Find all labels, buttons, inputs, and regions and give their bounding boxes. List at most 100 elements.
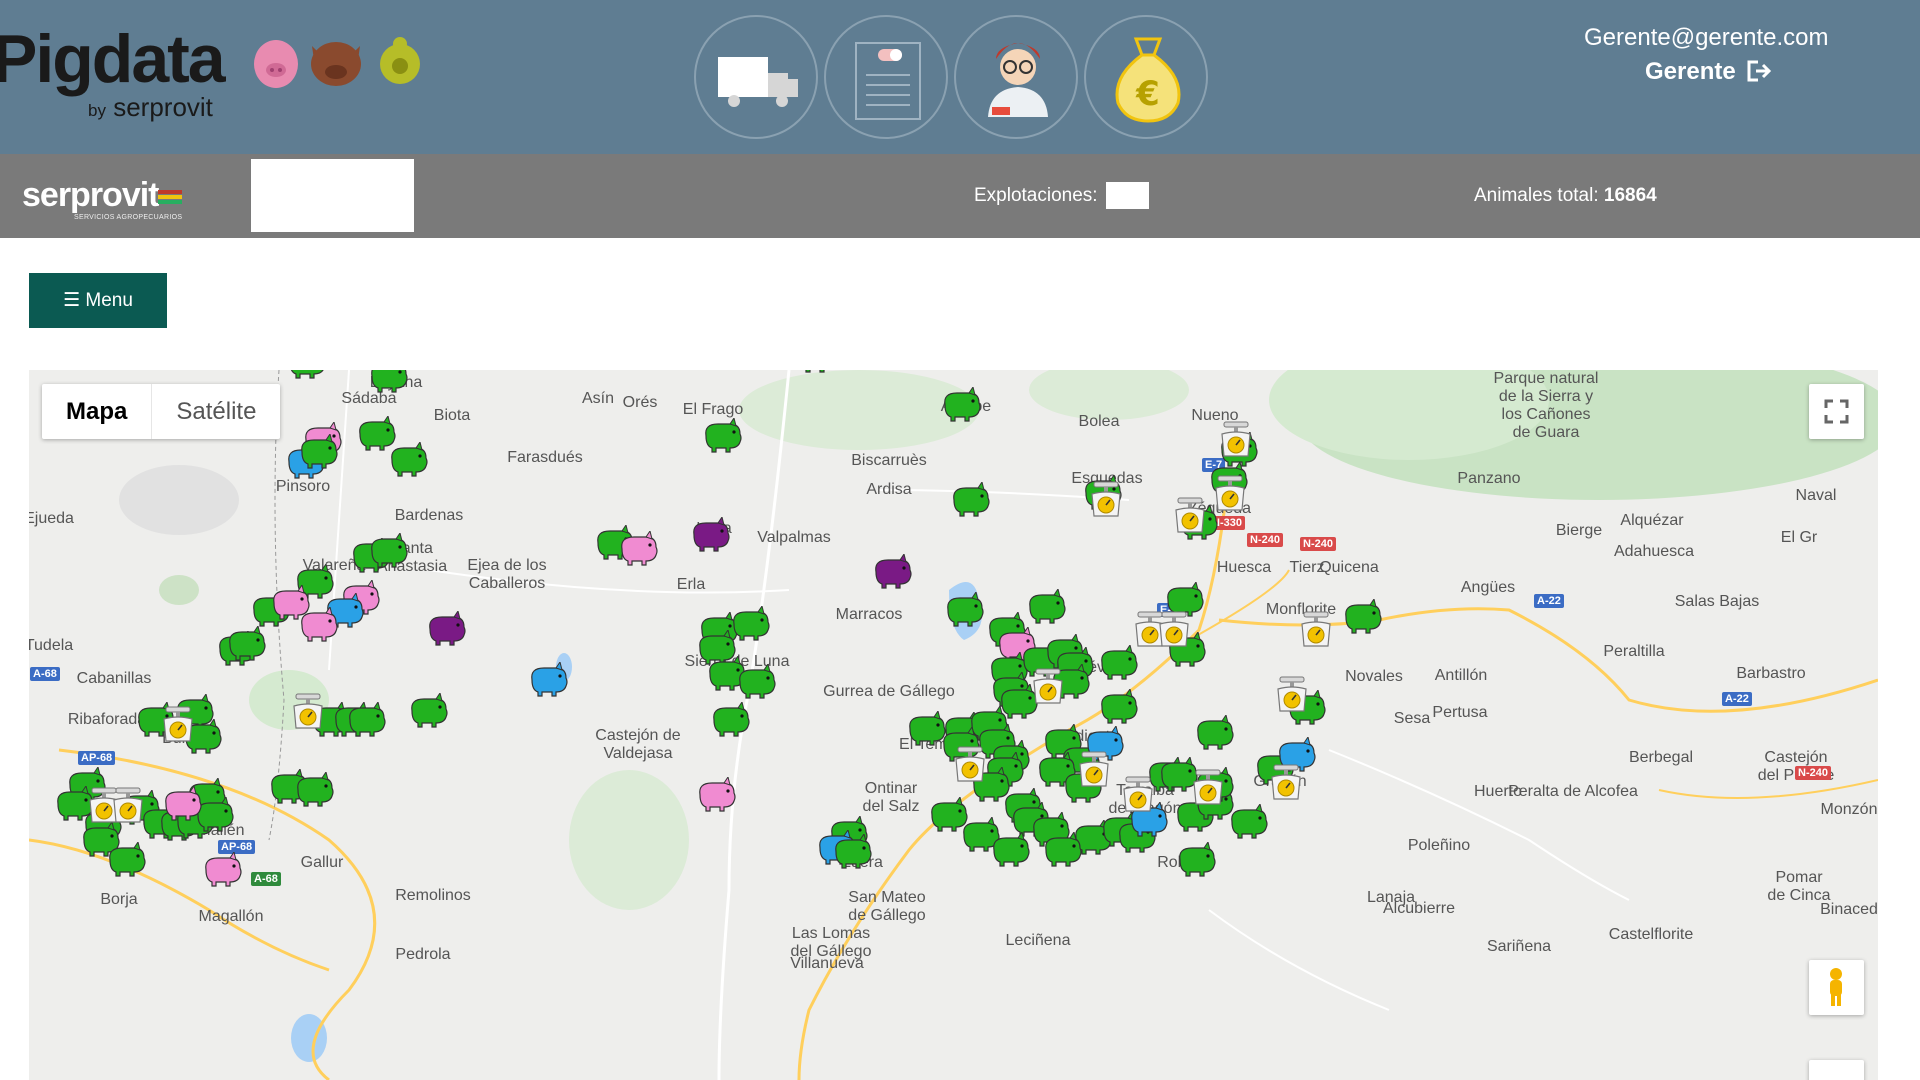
scale-marker[interactable] [108,786,148,826]
farm-pig-marker[interactable] [1340,597,1384,635]
farm-pig-marker[interactable] [688,515,732,553]
scale-marker[interactable] [1086,480,1126,520]
farm-pig-marker[interactable] [708,700,752,738]
place-label: Bierge [1555,522,1603,539]
place-label: Farasdués [507,449,583,466]
explotaciones-count-field[interactable] [1106,182,1149,209]
farm-pig-marker[interactable] [292,770,336,808]
farm-pig-marker[interactable] [284,370,328,380]
place-label: Remolinos [395,887,471,904]
pigdata-logo[interactable]: Pigdata by serprovit [0,20,252,130]
fullscreen-button[interactable] [1809,384,1864,439]
map-view-button[interactable]: Mapa [42,384,151,439]
finance-nav-button[interactable]: € [1084,15,1208,139]
farm-pig-marker[interactable] [939,385,983,423]
place-label: Gurrea de Gállego [823,683,955,700]
place-label: Erla [676,576,706,593]
place-label: Peraltilla [1603,643,1665,660]
farm-pig-marker[interactable] [344,700,388,738]
place-label: Huesca [1216,559,1272,576]
place-label: Peralta de Alcofea [1508,783,1638,800]
place-label: Ontinar del Salz [862,780,920,815]
farm-pig-marker[interactable] [870,552,914,590]
farms-map[interactable]: Mapa Satélite LayanaSádabaAsínOrésEl Fra… [29,370,1878,1080]
farm-pig-marker[interactable] [1024,587,1068,625]
place-label: Sesa [1393,710,1431,727]
transport-nav-button[interactable] [694,15,818,139]
farm-pig-marker[interactable] [694,775,738,813]
farm-pig-marker[interactable] [830,832,874,870]
farm-pig-marker[interactable] [366,531,410,569]
zoom-in-button[interactable] [1809,1060,1864,1080]
farm-pig-marker[interactable] [296,605,340,643]
farm-pig-marker[interactable] [700,416,744,454]
road-shield: N-240 [1795,766,1831,780]
place-label: San Mateo de Gállego [848,889,926,924]
info-bar: serprovit SERVICIOS AGROPECUARIOS Explot… [0,154,1920,238]
farm-pig-marker[interactable] [1040,830,1084,868]
scale-marker[interactable] [1272,675,1312,715]
farm-pig-marker[interactable] [1192,713,1236,751]
scale-marker[interactable] [1154,610,1194,650]
farm-pig-marker[interactable] [526,660,570,698]
veterinarian-icon [988,43,1048,117]
farm-pig-marker[interactable] [406,691,450,729]
scale-marker[interactable] [158,705,198,745]
menu-button[interactable]: ☰ Menu [29,273,167,328]
scale-marker[interactable] [1170,496,1210,536]
farm-selector[interactable] [251,159,414,232]
street-view-button[interactable] [1809,960,1864,1015]
farm-pig-marker[interactable] [296,432,340,470]
farm-pig-marker[interactable] [1096,687,1140,725]
scale-marker[interactable] [1118,775,1158,815]
farm-pig-marker[interactable] [734,662,778,700]
scale-marker[interactable] [1266,763,1306,803]
records-nav-button[interactable] [824,15,948,139]
farm-pig-marker[interactable] [942,590,986,628]
veterinary-nav-button[interactable] [954,15,1078,139]
scale-marker[interactable] [1028,667,1068,707]
place-label: Naval [1795,487,1837,504]
farm-pig-marker[interactable] [160,784,204,822]
farm-pig-marker[interactable] [988,830,1032,868]
place-label: Marracos [835,606,903,623]
place-label: Pomar de Cinca [1767,869,1831,904]
farm-pig-marker[interactable] [948,480,992,518]
farm-pig-marker[interactable] [1096,643,1140,681]
scale-marker[interactable] [288,692,328,732]
place-label: Antillón [1434,667,1488,684]
place-label: Borja [100,891,138,908]
farm-pig-marker[interactable] [424,609,468,647]
serprovit-logo: serprovit SERVICIOS AGROPECUARIOS [22,176,192,222]
farm-pig-marker[interactable] [224,624,268,662]
farm-pig-marker[interactable] [616,529,660,567]
satellite-view-button[interactable]: Satélite [151,384,280,439]
animals-total-value: 16864 [1603,185,1657,206]
farm-pig-marker[interactable] [104,840,148,878]
place-label: Sariñena [1486,938,1552,955]
farm-pig-marker[interactable] [1174,840,1218,878]
place-label: Parque natural de la Sierra y los Cañone… [1493,370,1599,441]
farm-pig-marker[interactable] [366,370,410,394]
scale-marker[interactable] [1210,474,1250,514]
user-role: Gerente [1645,58,1772,86]
scale-marker[interactable] [1296,610,1336,650]
scale-marker[interactable] [1074,750,1114,790]
place-label: Valpalmas [757,529,831,546]
farm-pig-marker[interactable] [794,370,838,374]
scale-marker[interactable] [950,745,990,785]
serprovit-tagline: SERVICIOS AGROPECUARIOS [74,214,183,221]
farm-pig-marker[interactable] [200,850,244,888]
place-label: Leciñena [1005,932,1071,949]
place-label: Cabanillas [76,670,152,687]
scale-marker[interactable] [1216,420,1256,460]
place-label: Adahuesca [1613,543,1695,560]
logout-icon[interactable] [1746,60,1772,82]
scale-marker[interactable] [1188,768,1228,808]
map-type-control: Mapa Satélite [42,384,281,439]
place-label: Barbastro [1736,665,1806,682]
logo-company: serprovit [113,92,213,122]
road-shield: A-68 [251,872,281,886]
farm-pig-marker[interactable] [386,440,430,478]
place-label: Pedrola [395,946,451,963]
